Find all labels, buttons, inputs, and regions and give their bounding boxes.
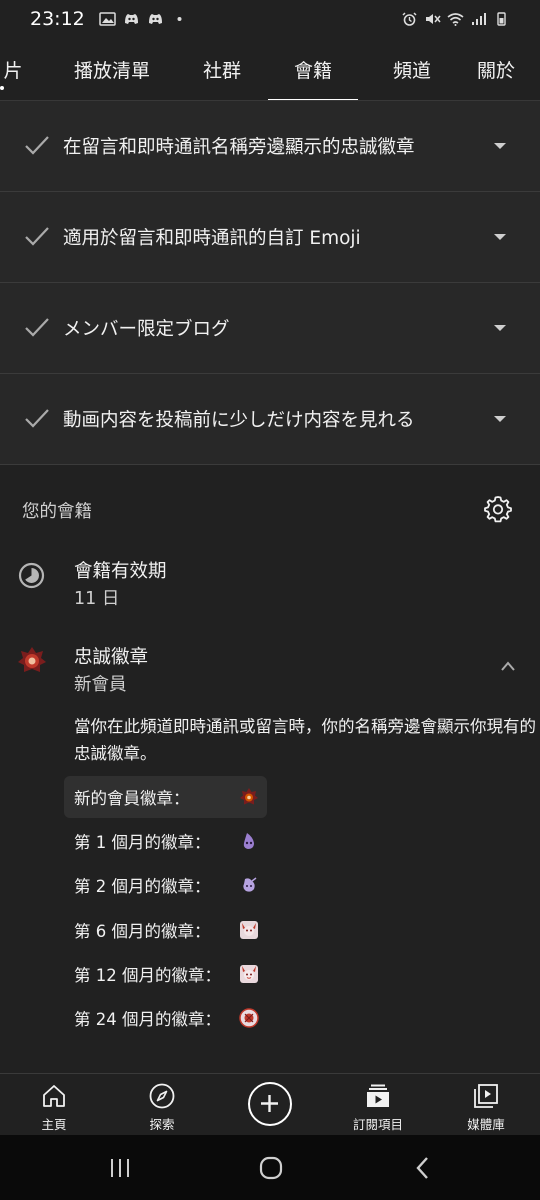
subscriptions-icon <box>367 1084 389 1107</box>
nav-home-label: 主頁 <box>41 1117 67 1132</box>
status-time: 23:12 <box>30 8 85 30</box>
badge-label: 第 12 個月的徽章： <box>74 966 221 985</box>
check-icon <box>25 409 49 428</box>
signal-icon <box>472 13 486 25</box>
badge-row-month-6: 第 6 個月的徽章： <box>64 909 211 951</box>
dropdown-arrow-icon[interactable] <box>494 416 506 422</box>
perk-item[interactable]: 動画内容を投稿前に少しだけ内容を見れる <box>0 374 540 465</box>
check-icon <box>25 136 49 155</box>
tab-videos[interactable]: 片 <box>0 38 28 100</box>
badge-label: 第 6 個月的徽章： <box>74 922 211 941</box>
month-2-badge-icon <box>243 877 257 892</box>
wifi-icon <box>447 13 464 26</box>
battery-icon <box>497 12 506 26</box>
gallery-notification-icon <box>99 12 116 26</box>
badge-label: 新的會員徽章： <box>74 789 190 808</box>
system-navigation-bar <box>0 1135 540 1200</box>
status-notification-icons <box>99 12 188 26</box>
badge-row-month-1: 第 1 個月的徽章： <box>64 820 211 862</box>
check-icon <box>25 227 49 246</box>
badge-row-new: 新的會員徽章： <box>64 776 267 818</box>
check-icon <box>25 318 49 337</box>
perk-label: メンバー限定ブログ <box>63 319 230 340</box>
badge-row-month-12: 第 12 個月的徽章： <box>64 953 221 995</box>
dropdown-arrow-icon[interactable] <box>494 325 506 331</box>
nav-library[interactable]: 媒體庫 <box>432 1074 540 1136</box>
new-member-badge-icon <box>240 788 258 805</box>
tab-about[interactable]: 關於 <box>464 38 528 100</box>
nav-subscriptions-label: 訂閱項目 <box>352 1117 403 1132</box>
clock-icon <box>18 562 45 589</box>
perk-label: 在留言和即時通訊名稱旁邊顯示的忠誠徽章 <box>63 137 415 158</box>
nav-explore[interactable]: 探索 <box>108 1074 216 1136</box>
month-12-badge-icon <box>240 965 258 983</box>
your-membership-heading: 您的會籍 <box>22 502 92 522</box>
badge-label: 第 24 個月的徽章： <box>74 1010 221 1029</box>
chevron-up-icon[interactable] <box>500 660 516 672</box>
discord-notification-icon-2 <box>148 14 162 24</box>
channel-tabs: 片 播放清單 社群 會籍 頻道 關於 <box>0 38 540 101</box>
discord-notification-icon <box>124 14 138 24</box>
home-button-icon[interactable] <box>258 1155 284 1181</box>
dropdown-arrow-icon[interactable] <box>494 143 506 149</box>
perk-label: 適用於留言和即時通訊的自訂 Emoji <box>63 228 361 249</box>
dropdown-arrow-icon[interactable] <box>494 234 506 240</box>
alarm-icon <box>402 12 417 26</box>
nav-home[interactable]: 主頁 <box>0 1074 108 1136</box>
month-1-badge-icon <box>243 833 254 849</box>
tab-community[interactable]: 社群 <box>180 38 264 100</box>
validity-value: 11 日 <box>74 589 120 609</box>
month-6-badge-icon <box>240 921 258 939</box>
status-bar: 23:12 <box>0 0 540 38</box>
loyalty-level: 新會員 <box>74 675 127 695</box>
library-icon <box>474 1084 498 1108</box>
status-system-icons <box>401 12 510 26</box>
month-24-badge-icon <box>239 1008 259 1028</box>
validity-title: 會籍有效期 <box>74 561 167 582</box>
loyalty-description: 當你在此頻道即時通訊或留言時，你的名稱旁邊會顯示你現有的忠誠徽章。 <box>74 717 536 763</box>
badge-label: 第 1 個月的徽章： <box>74 833 211 852</box>
nav-explore-label: 探索 <box>149 1117 175 1132</box>
gear-icon[interactable] <box>484 495 512 523</box>
badge-row-month-2: 第 2 個月的徽章： <box>64 864 211 906</box>
tab-channels[interactable]: 頻道 <box>370 38 454 100</box>
perk-item[interactable]: 在留言和即時通訊名稱旁邊顯示的忠誠徽章 <box>0 101 540 192</box>
compass-icon <box>149 1083 175 1109</box>
badge-label: 第 2 個月的徽章： <box>74 877 211 896</box>
loyalty-badge-icon <box>18 647 46 672</box>
back-button-icon[interactable] <box>414 1156 430 1180</box>
nav-library-label: 媒體庫 <box>467 1117 505 1132</box>
badge-row-month-24: 第 24 個月的徽章： <box>64 997 221 1039</box>
loyalty-title: 忠誠徽章 <box>74 647 149 668</box>
create-button[interactable] <box>248 1082 292 1126</box>
perk-label: 動画内容を投稿前に少しだけ内容を見れる <box>63 410 415 431</box>
create-plus-icon <box>261 1095 278 1112</box>
more-notifications-dot-icon <box>177 17 182 21</box>
tab-playlists[interactable]: 播放清單 <box>60 38 164 100</box>
perk-item[interactable]: 適用於留言和即時通訊的自訂 Emoji <box>0 192 540 283</box>
tab-scroll-indicator <box>0 86 4 90</box>
tab-membership[interactable]: 會籍 <box>268 38 358 100</box>
nav-subscriptions[interactable]: 訂閱項目 <box>324 1074 432 1136</box>
mute-icon <box>426 14 441 24</box>
perk-item[interactable]: メンバー限定ブログ <box>0 283 540 374</box>
recent-apps-icon[interactable] <box>108 1157 132 1179</box>
membership-perks-list: 在留言和即時通訊名稱旁邊顯示的忠誠徽章 適用於留言和即時通訊的自訂 Emoji … <box>0 101 540 465</box>
home-icon <box>43 1085 65 1107</box>
